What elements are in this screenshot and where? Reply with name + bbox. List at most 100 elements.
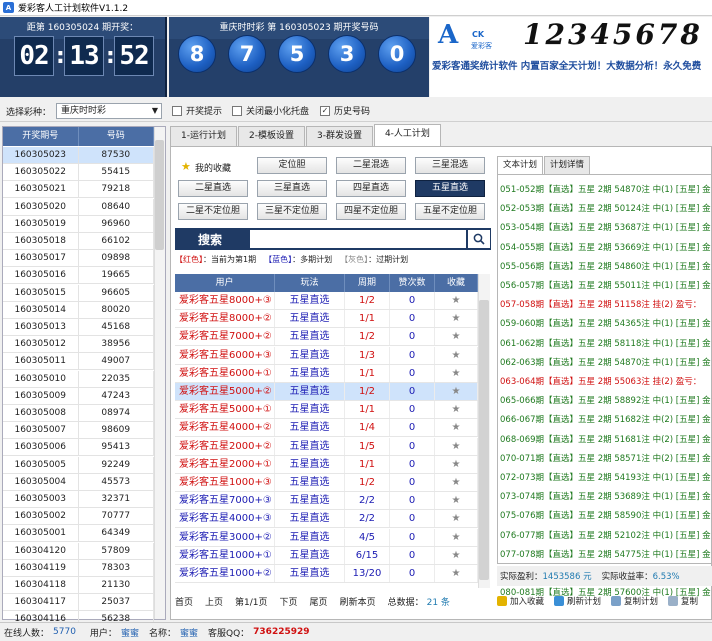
- first-page-button[interactable]: 首页: [175, 595, 193, 608]
- history-row[interactable]: 160304120 57809: [3, 542, 154, 560]
- option-history[interactable]: ✓ 历史号码: [320, 104, 370, 117]
- option-minimize-tray[interactable]: 关闭最小化托盘: [232, 104, 309, 117]
- tab-text-plan[interactable]: 文本计划: [497, 156, 544, 174]
- history-row[interactable]: 160305013 45168: [3, 319, 154, 336]
- history-row[interactable]: 160305017 09898: [3, 250, 154, 268]
- history-row[interactable]: 160305008 08974: [3, 405, 154, 422]
- plan-row[interactable]: 爱彩客五星4000+③ 五星直选 2/2 0 ★: [175, 510, 478, 529]
- plan-row[interactable]: 爱彩客五星7000+③ 五星直选 2/2 0 ★: [175, 492, 478, 511]
- tab-template[interactable]: 2-模板设置: [237, 126, 305, 146]
- plan-row[interactable]: 爱彩客五星8000+② 五星直选 1/1 0 ★: [175, 310, 478, 329]
- strategy-button-active[interactable]: 五星直选: [415, 180, 485, 197]
- favorite-star-icon[interactable]: ★: [435, 437, 478, 455]
- history-row[interactable]: 160305022 55415: [3, 164, 154, 182]
- plan-row[interactable]: 爱彩客五星2000+② 五星直选 1/5 0 ★: [175, 437, 478, 456]
- refresh-plan-button[interactable]: 刷新计划: [554, 595, 601, 607]
- favorite-star-icon[interactable]: ★: [435, 546, 478, 564]
- scrollbar-thumb[interactable]: [155, 140, 164, 250]
- last-page-button[interactable]: 尾页: [310, 595, 328, 608]
- plan-row[interactable]: 爱彩客五星8000+③ 五星直选 1/2 0 ★: [175, 292, 478, 310]
- history-row[interactable]: 160305002 70777: [3, 508, 154, 526]
- search-input[interactable]: [250, 230, 466, 248]
- history-row[interactable]: 160305001 64349: [3, 525, 154, 543]
- history-row[interactable]: 160305011 49007: [3, 353, 154, 371]
- column-header[interactable]: 玩法: [275, 274, 345, 292]
- column-header[interactable]: 收藏: [435, 274, 478, 292]
- history-row[interactable]: 160305009 47243: [3, 387, 154, 405]
- checkbox[interactable]: [232, 105, 242, 116]
- strategy-button[interactable]: 定位胆: [257, 157, 327, 174]
- history-row[interactable]: 160305005 92249: [3, 456, 154, 474]
- history-row[interactable]: 160305015 96605: [3, 284, 154, 302]
- strategy-button[interactable]: 四星直选: [336, 180, 406, 197]
- plan-row[interactable]: 爱彩客五星2000+① 五星直选 1/1 0 ★: [175, 455, 478, 474]
- history-row[interactable]: 160305010 22035: [3, 370, 154, 388]
- history-row[interactable]: 160305006 95413: [3, 439, 154, 457]
- history-row[interactable]: 160304117 25037: [3, 594, 154, 612]
- favorite-star-icon[interactable]: ★: [435, 492, 478, 510]
- history-row[interactable]: 160305023 87530: [3, 147, 154, 164]
- favorite-star-icon[interactable]: ★: [435, 565, 478, 582]
- plan-row[interactable]: 爱彩客五星6000+③ 五星直选 1/3 0 ★: [175, 346, 478, 365]
- history-row[interactable]: 160304119 78303: [3, 559, 154, 577]
- tab-broadcast[interactable]: 3-群发设置: [305, 126, 373, 146]
- plan-row[interactable]: 爱彩客五星5000+① 五星直选 1/1 0 ★: [175, 401, 478, 420]
- strategy-button[interactable]: 三星直选: [257, 180, 327, 197]
- column-header[interactable]: 周期: [345, 274, 390, 292]
- tab-manual-plan[interactable]: 4-人工计划: [373, 124, 441, 146]
- refresh-page-button[interactable]: 刷新本页: [340, 595, 376, 608]
- favorite-star-icon[interactable]: ★: [435, 310, 478, 328]
- tab-plan-details[interactable]: 计划详情: [544, 156, 591, 174]
- strategy-button[interactable]: 二星不定位胆: [178, 203, 248, 220]
- option-draw-alert[interactable]: 开奖提示: [172, 104, 222, 117]
- history-row[interactable]: 160305007 98609: [3, 422, 154, 440]
- strategy-button[interactable]: 二星直选: [178, 180, 248, 197]
- add-favorite-button[interactable]: 加入收藏: [497, 595, 544, 607]
- history-row[interactable]: 160305004 45573: [3, 473, 154, 491]
- prev-page-button[interactable]: 上页: [205, 595, 223, 608]
- favorite-star-icon[interactable]: ★: [435, 474, 478, 491]
- checkbox-checked[interactable]: ✓: [320, 105, 330, 116]
- favorite-star-icon[interactable]: ★: [435, 364, 478, 382]
- favorite-star-icon[interactable]: ★: [435, 401, 478, 419]
- strategy-button[interactable]: 五星不定位胆: [415, 203, 485, 220]
- plan-row[interactable]: 爱彩客五星6000+① 五星直选 1/1 0 ★: [175, 364, 478, 383]
- copy-button[interactable]: 复制: [668, 595, 698, 607]
- history-row[interactable]: 160305003 32371: [3, 491, 154, 508]
- column-header[interactable]: 号码: [79, 127, 154, 146]
- favorites-button[interactable]: 我的收藏: [195, 161, 231, 174]
- search-button[interactable]: [468, 230, 490, 248]
- plan-row[interactable]: 爱彩客五星1000+① 五星直选 6/15 0 ★: [175, 546, 478, 565]
- strategy-button[interactable]: 三星不定位胆: [257, 203, 327, 220]
- tab-run-plan[interactable]: 1-运行计划: [170, 126, 237, 146]
- favorite-star-icon[interactable]: ★: [435, 528, 478, 546]
- history-row[interactable]: 160305012 38956: [3, 336, 154, 354]
- strategy-button[interactable]: 二星混选: [336, 157, 406, 174]
- lottery-select[interactable]: 重庆时时彩 ▼: [56, 103, 162, 119]
- history-row[interactable]: 160305020 08640: [3, 198, 154, 216]
- history-row[interactable]: 160305019 96960: [3, 215, 154, 233]
- history-row[interactable]: 160305016 19665: [3, 267, 154, 285]
- strategy-button[interactable]: 三星混选: [415, 157, 485, 174]
- favorite-star-icon[interactable]: ★: [435, 419, 478, 437]
- column-header[interactable]: 开奖期号: [3, 127, 79, 146]
- history-row[interactable]: 160305014 80020: [3, 301, 154, 319]
- favorite-star-icon[interactable]: ★: [435, 455, 478, 473]
- plan-row[interactable]: 爱彩客五星1000+② 五星直选 13/20 0 ★: [175, 565, 478, 583]
- favorite-star-icon[interactable]: ★: [435, 383, 478, 400]
- favorite-star-icon[interactable]: ★: [435, 346, 478, 364]
- history-row[interactable]: 160304118 21130: [3, 577, 154, 594]
- plan-row[interactable]: 爱彩客五星7000+② 五星直选 1/2 0 ★: [175, 328, 478, 347]
- favorite-star-icon[interactable]: ★: [435, 292, 478, 309]
- plan-row[interactable]: 爱彩客五星3000+② 五星直选 4/5 0 ★: [175, 528, 478, 547]
- history-row[interactable]: 160305021 79218: [3, 181, 154, 199]
- checkbox[interactable]: [172, 105, 182, 116]
- favorite-star-icon[interactable]: ★: [435, 510, 478, 528]
- next-page-button[interactable]: 下页: [280, 595, 298, 608]
- copy-plan-button[interactable]: 复制计划: [611, 595, 658, 607]
- plan-row[interactable]: 爱彩客五星1000+③ 五星直选 1/2 0 ★: [175, 474, 478, 492]
- strategy-button[interactable]: 四星不定位胆: [336, 203, 406, 220]
- scrollbar-thumb[interactable]: [479, 300, 489, 580]
- column-header[interactable]: 用户: [175, 274, 275, 292]
- history-row[interactable]: 160305018 66102: [3, 233, 154, 250]
